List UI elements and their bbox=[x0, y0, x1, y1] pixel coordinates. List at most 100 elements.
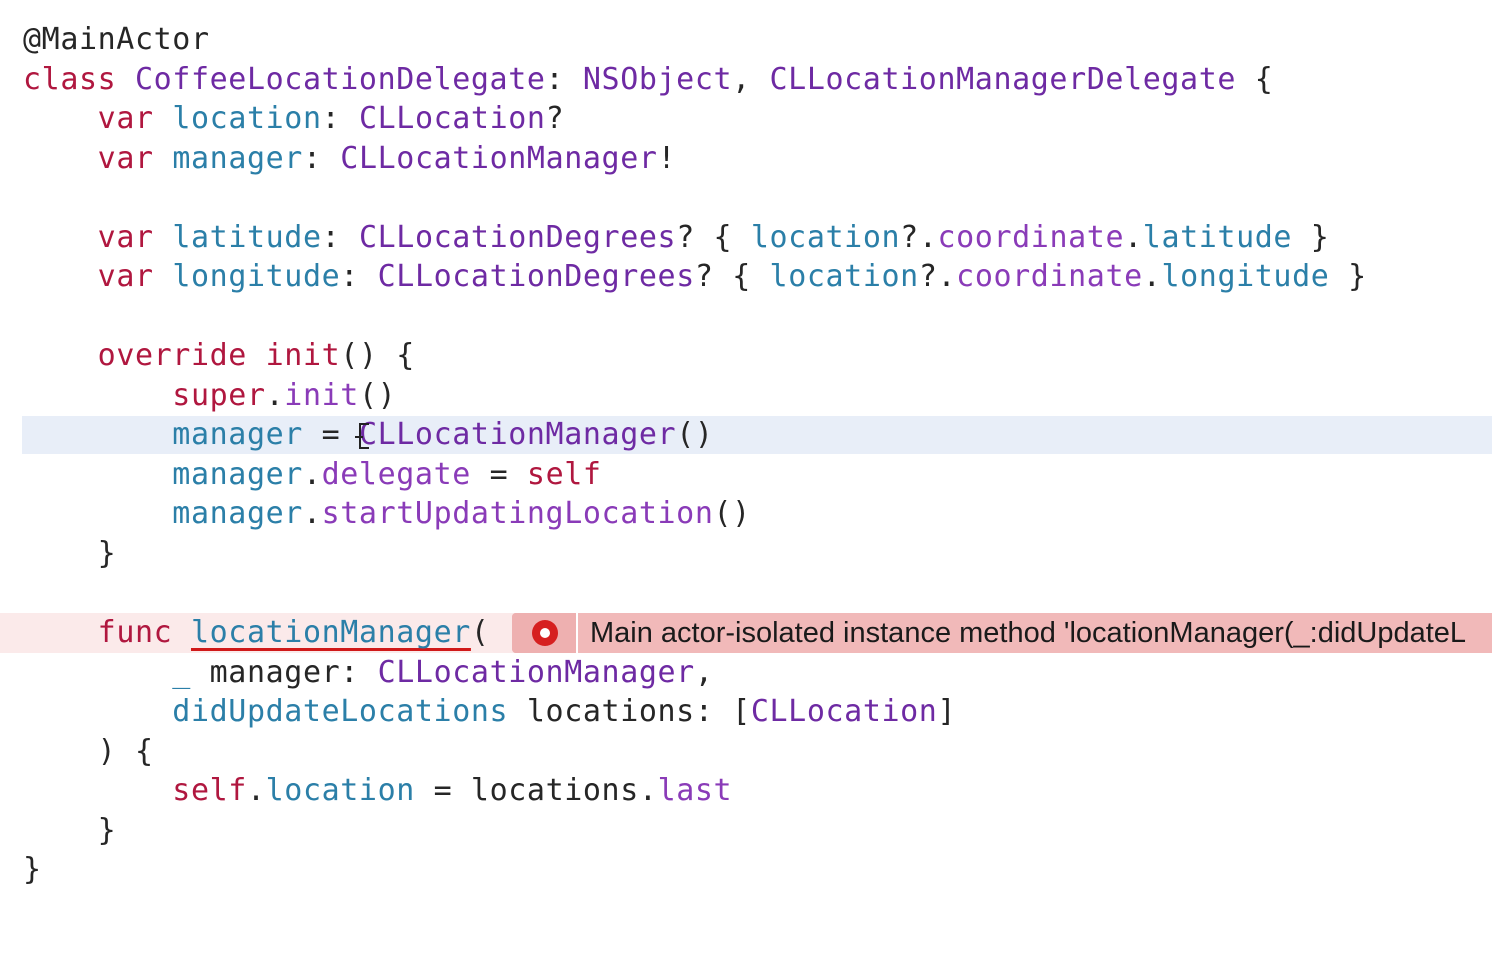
punctuation: ! bbox=[657, 141, 677, 176]
function-name: locationManager bbox=[190, 615, 471, 650]
code-line-1[interactable]: @MainActor bbox=[0, 20, 1492, 60]
code-line-6[interactable]: var latitude: CLLocationDegrees? { locat… bbox=[0, 218, 1492, 258]
code-line-18[interactable]: didUpdateLocations locations: [CLLocatio… bbox=[0, 692, 1492, 732]
code-editor[interactable]: @MainActor class CoffeeLocationDelegate:… bbox=[0, 0, 1492, 896]
punctuation: ] bbox=[937, 694, 957, 729]
punctuation: () bbox=[358, 378, 397, 413]
property-ref: latitude bbox=[1142, 220, 1293, 255]
variable-ref: manager bbox=[172, 457, 303, 492]
property-ref: longitude bbox=[1161, 259, 1330, 294]
type-name: NSObject bbox=[582, 62, 733, 97]
code-line-3[interactable]: var location: CLLocation? bbox=[0, 99, 1492, 139]
punctuation: ( bbox=[470, 615, 490, 650]
property-ref: last bbox=[657, 773, 733, 808]
code-line-13[interactable]: manager.startUpdatingLocation() bbox=[0, 494, 1492, 534]
argument-label: didUpdateLocations bbox=[172, 694, 509, 729]
punctuation: . bbox=[1142, 259, 1162, 294]
type-name: CLLocation bbox=[358, 101, 546, 136]
keyword: func bbox=[97, 615, 173, 650]
code-line-22[interactable]: } bbox=[0, 850, 1492, 890]
property-ref: location bbox=[265, 773, 415, 808]
punctuation: () bbox=[676, 417, 714, 452]
punctuation: . bbox=[246, 773, 266, 808]
variable-name: latitude bbox=[172, 220, 322, 255]
variable-ref: location bbox=[769, 259, 919, 294]
code-line-12[interactable]: manager.delegate = self bbox=[0, 455, 1492, 495]
code-line-14[interactable]: } bbox=[0, 534, 1492, 574]
punctuation: . bbox=[302, 496, 322, 531]
code-line-4[interactable]: var manager: CLLocationManager! bbox=[0, 139, 1492, 179]
punctuation: : bbox=[302, 141, 341, 176]
parameter-name: manager bbox=[190, 655, 341, 690]
punctuation: } bbox=[97, 536, 117, 571]
punctuation: . bbox=[1124, 220, 1143, 255]
punctuation: ?. bbox=[918, 259, 957, 294]
punctuation: , bbox=[694, 655, 714, 690]
punctuation: : bbox=[340, 259, 378, 294]
variable-name: longitude bbox=[172, 259, 341, 294]
punctuation: } bbox=[1329, 259, 1367, 294]
variable-ref: manager bbox=[172, 417, 303, 452]
code-line-2[interactable]: class CoffeeLocationDelegate: NSObject, … bbox=[0, 60, 1492, 100]
property-ref: coordinate bbox=[937, 220, 1125, 255]
variable-ref: manager bbox=[172, 496, 303, 531]
keyword: super bbox=[172, 378, 266, 413]
punctuation: : bbox=[545, 62, 583, 97]
keyword: var bbox=[97, 220, 154, 255]
operator: = bbox=[302, 417, 359, 452]
punctuation: : bbox=[340, 655, 378, 690]
punctuation: () { bbox=[340, 338, 415, 373]
error-banner[interactable]: Main actor-isolated instance method 'loc… bbox=[512, 613, 1492, 653]
error-icon-cell[interactable] bbox=[512, 613, 578, 653]
keyword: var bbox=[97, 101, 154, 136]
punctuation: ) { bbox=[97, 734, 154, 769]
code-line-19[interactable]: ) { bbox=[0, 732, 1492, 772]
type-name: CLLocationDegrees bbox=[358, 220, 677, 255]
code-line-17[interactable]: _ manager: CLLocationManager, bbox=[0, 653, 1492, 693]
variable-ref: locations bbox=[470, 773, 639, 808]
code-line-9[interactable]: override init() { bbox=[0, 336, 1492, 376]
punctuation: . bbox=[638, 773, 658, 808]
type-name: CLLocationManagerDelegate bbox=[769, 62, 1237, 97]
type-name: CLLocationDegrees bbox=[377, 259, 695, 294]
attribute: @MainActor bbox=[23, 22, 210, 57]
keyword: self bbox=[526, 457, 602, 492]
keyword: class bbox=[23, 62, 117, 97]
type-name: CLLocationManager bbox=[358, 417, 677, 452]
variable-name: manager bbox=[172, 141, 303, 176]
punctuation: . bbox=[265, 378, 285, 413]
operator: = bbox=[414, 773, 471, 808]
code-line-10[interactable]: super.init() bbox=[0, 376, 1492, 416]
code-line-20[interactable]: self.location = locations.last bbox=[0, 771, 1492, 811]
type-name: CLLocation bbox=[750, 694, 938, 729]
variable-name: location bbox=[172, 101, 322, 136]
keyword: var bbox=[97, 259, 154, 294]
variable-ref: location bbox=[750, 220, 901, 255]
punctuation: : bbox=[321, 220, 359, 255]
type-name: CLLocationManager bbox=[340, 141, 658, 176]
property-ref: coordinate bbox=[956, 259, 1143, 294]
keyword: override bbox=[97, 338, 247, 373]
argument-label: _ bbox=[172, 655, 191, 690]
punctuation: } bbox=[97, 813, 117, 848]
method-call: init bbox=[284, 378, 359, 413]
punctuation: () bbox=[713, 496, 751, 531]
keyword: init bbox=[265, 338, 341, 373]
class-name: CoffeeLocationDelegate bbox=[134, 62, 546, 97]
keyword: self bbox=[172, 773, 247, 808]
method-call: startUpdatingLocation bbox=[321, 496, 714, 531]
operator: = bbox=[470, 457, 527, 492]
text-cursor-icon bbox=[355, 423, 369, 449]
punctuation: . bbox=[302, 457, 322, 492]
error-icon[interactable] bbox=[532, 620, 558, 646]
punctuation: ? { bbox=[694, 259, 770, 294]
punctuation: ? { bbox=[676, 220, 751, 255]
punctuation: , bbox=[732, 62, 770, 97]
code-line-7[interactable]: var longitude: CLLocationDegrees? { loca… bbox=[0, 257, 1492, 297]
punctuation: } bbox=[1292, 220, 1330, 255]
code-line-21[interactable]: } bbox=[0, 811, 1492, 851]
punctuation: } bbox=[23, 852, 42, 887]
parameter-name: locations bbox=[508, 694, 695, 729]
code-line-11[interactable]: manager = CLLocationManager() bbox=[0, 415, 1492, 455]
punctuation: { bbox=[1236, 62, 1274, 97]
